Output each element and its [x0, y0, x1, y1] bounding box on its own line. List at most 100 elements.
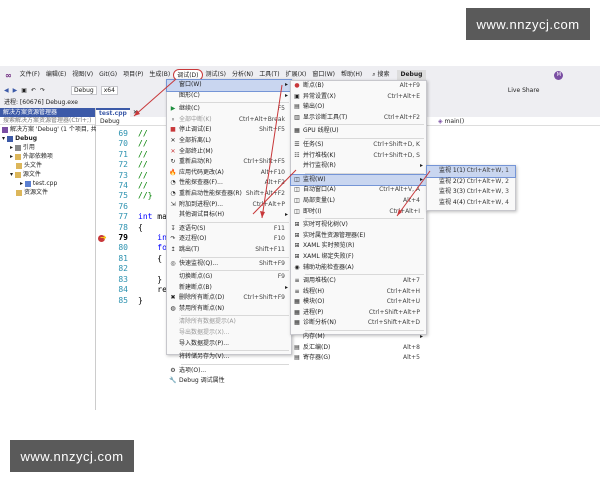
window-menu-item-13[interactable]: ◫ 局部变量(L) Alt+4 — [291, 196, 426, 207]
window-menu-item-1[interactable]: ▣ 异常设置(X) Ctrl+Alt+E — [291, 92, 426, 103]
code-line[interactable] — [138, 202, 167, 212]
debug-menu-item-6[interactable]: ✕ 全部拆离(L) — [167, 136, 291, 147]
window-menu-item-19[interactable]: ⊞ XAML 绑定失败(F) — [291, 252, 426, 263]
window-menu-item-16[interactable]: ⊞ 实时可视化树(V) — [291, 220, 426, 231]
debug-menu-item-17[interactable]: ↥ 跳出(T) Shift+F11 — [167, 245, 291, 256]
debug-menu-item-32[interactable]: ⚙ 选项(O)... — [167, 366, 291, 377]
debug-menu-item-13[interactable]: 其他调试目标(H) ▸ — [167, 210, 291, 221]
tree-header-files[interactable]: 头文件 — [0, 161, 95, 170]
debug-menu-item-24[interactable]: ◍ 禁用所有断点(N) — [167, 304, 291, 315]
code-line[interactable]: } — [138, 296, 167, 306]
nav-project-select[interactable]: Debug — [96, 118, 168, 125]
debug-menu-item-0[interactable]: 窗口(W) ▸ — [166, 79, 292, 92]
debug-menu-item-16[interactable]: ↷ 逐过程(O) F10 — [167, 234, 291, 245]
menu-file[interactable]: 文件(F) — [17, 69, 43, 81]
tree-external-deps[interactable]: ▸ 外部依赖项 — [0, 152, 95, 161]
close-icon[interactable]: ✕ — [130, 109, 141, 116]
tree-solution[interactable]: 解决方案 'Debug' (1 个项目, 共 — [0, 125, 97, 134]
debug-menu-item-23[interactable]: ✖ 删除所有断点(D) Ctrl+Shift+F9 — [167, 293, 291, 304]
code-line[interactable]: fo — [138, 243, 167, 253]
debug-menu-item-21[interactable]: 切换断点(G) F9 — [167, 272, 291, 283]
debug-menu-item-19[interactable]: ◎ 快速监视(Q)... Shift+F9 — [167, 259, 291, 270]
window-menu-item-24[interactable]: ▦ 模块(O) Ctrl+Alt+U — [291, 297, 426, 308]
menu-item-shortcut: Alt+8 — [403, 343, 420, 351]
code-line[interactable]: } — [138, 275, 167, 285]
debug-menu-item-28[interactable]: 导入数据提示(P)... — [167, 339, 291, 350]
debug-menu-item-3[interactable]: ▶ 继续(C) F5 — [167, 104, 291, 115]
debug-menu-item-8[interactable]: ↻ 重新启动(R) Ctrl+Shift+F5 — [167, 157, 291, 168]
window-menu-item-2[interactable]: ▤ 输出(O) — [291, 102, 426, 113]
avatar[interactable]: M — [554, 70, 564, 80]
tree-references[interactable]: ▸ 引用 — [0, 143, 95, 152]
tree-source-files[interactable]: ▾ 源文件 — [0, 170, 95, 179]
window-menu-item-11[interactable]: ◫ 监视(W) ▸ — [290, 173, 427, 187]
watch-menu-item-0[interactable]: 监视 1(1) Ctrl+Alt+W, 1 — [426, 165, 516, 178]
window-menu-item-0[interactable]: ● 断点(B) Alt+F9 — [291, 81, 426, 92]
window-menu-item-20[interactable]: ◉ 辅助功能检查器(A) — [291, 263, 426, 274]
debug-menu-item-9[interactable]: 🔥 应用代码更改(A) Alt+F10 — [167, 168, 291, 179]
window-menu-item-3[interactable]: ▥ 显示诊断工具(T) Ctrl+Alt+F2 — [291, 113, 426, 124]
watch-menu-item-1[interactable]: 监视 2(2) Ctrl+Alt+W, 2 — [427, 177, 515, 188]
window-menu-item-26[interactable]: ▦ 诊断分析(N) Ctrl+Shift+Alt+D — [291, 318, 426, 329]
liveshare-link[interactable]: Live Share — [508, 87, 539, 94]
window-menu-item-28[interactable]: 内存(M) ▸ — [291, 332, 426, 343]
debug-menu-item-22[interactable]: 新建断点(B) ▸ — [167, 283, 291, 294]
forward-icon[interactable]: ▶ — [13, 87, 18, 94]
redo-icon[interactable]: ↷ — [40, 87, 45, 94]
back-icon[interactable]: ◀ — [4, 87, 9, 94]
code-line[interactable] — [138, 264, 167, 274]
tree-test-cpp[interactable]: ▸ test.cpp — [0, 179, 95, 188]
code-line[interactable]: // — [138, 181, 167, 191]
window-menu-item-22[interactable]: ≡ 调用堆栈(C) Alt+7 — [291, 276, 426, 287]
code-line[interactable]: // — [138, 139, 167, 149]
solution-search-input[interactable]: 搜索解决方案资源管理器(Ctrl+;) — [0, 117, 95, 125]
cpp-file-icon — [24, 180, 31, 187]
debug-menu-item-7[interactable]: ✕ 全部终止(M) — [167, 147, 291, 158]
watch-menu-item-3[interactable]: 监视 4(4) Ctrl+Alt+W, 4 — [427, 198, 515, 209]
menu-view[interactable]: 视图(V) — [69, 69, 96, 81]
code-line[interactable]: re — [138, 285, 167, 295]
undo-icon[interactable]: ↶ — [31, 87, 36, 94]
debug-menu-item-5[interactable]: ■ 停止调试(E) Shift+F5 — [167, 125, 291, 136]
code-line[interactable]: // — [138, 129, 167, 139]
tree-project[interactable]: ▾ Debug — [0, 134, 95, 143]
window-menu-item-29[interactable]: ▤ 反汇编(D) Alt+8 — [291, 343, 426, 354]
window-menu-item-30[interactable]: ▤ 寄存器(G) Alt+5 — [291, 353, 426, 364]
debug-menu-item-12[interactable]: ⇲ 附加到进程(P)... Ctrl+Alt+P — [167, 200, 291, 211]
debug-menu-item-1[interactable]: 图形(C) ▸ — [167, 91, 291, 102]
debug-menu-item-10[interactable]: ◔ 性能探查器(F)... Alt+F2 — [167, 178, 291, 189]
code-line[interactable]: in — [138, 233, 167, 243]
window-menu-item-17[interactable]: ⊞ 实时属性资源管理器(E) — [291, 231, 426, 242]
window-menu-item-5[interactable]: ▦ GPU 线程(U) — [291, 126, 426, 137]
debug-menu-item-33[interactable]: 🔧 Debug 调试属性 — [167, 376, 291, 387]
window-menu-item-25[interactable]: ▦ 进程(P) Ctrl+Shift+Alt+P — [291, 308, 426, 319]
window-menu-item-8[interactable]: ☷ 并行堆栈(K) Ctrl+Shift+D, S — [291, 151, 426, 162]
code-line[interactable]: // — [138, 160, 167, 170]
watch-menu-item-2[interactable]: 监视 3(3) Ctrl+Alt+W, 3 — [427, 187, 515, 198]
debug-menu-item-15[interactable]: ↧ 逐语句(S) F11 — [167, 224, 291, 235]
debug-menu-item-11[interactable]: ◔ 重新启动性能探查器(R) Shift+Alt+F2 — [167, 189, 291, 200]
window-menu-item-23[interactable]: ≡ 线程(H) Ctrl+Alt+H — [291, 287, 426, 298]
code-line[interactable]: //} — [138, 191, 167, 201]
nav-member-select[interactable]: ◈ main() — [438, 118, 464, 125]
tab-test-cpp[interactable]: test.cpp — [96, 108, 130, 117]
tree-resource-files[interactable]: 资源文件 — [0, 188, 95, 197]
code-line[interactable]: { — [138, 223, 167, 233]
code-line[interactable]: int ma — [138, 212, 167, 222]
debug-menu-item-30[interactable]: 将转储另存为(V)... — [167, 352, 291, 363]
code-line[interactable]: // — [138, 171, 167, 181]
menu-edit[interactable]: 编辑(E) — [43, 69, 69, 81]
window-menu-item-7[interactable]: ☰ 任务(S) Ctrl+Shift+D, K — [291, 140, 426, 151]
config-select[interactable]: Debug — [70, 85, 97, 95]
platform-select[interactable]: x64 — [100, 85, 118, 95]
menu-item-label: GPU 线程(U) — [303, 127, 339, 135]
menu-git[interactable]: Git(G) — [96, 69, 120, 81]
save-icon[interactable]: ▣ — [21, 87, 27, 94]
window-menu-item-12[interactable]: ◫ 自动窗口(A) Ctrl+Alt+V, A — [291, 185, 426, 196]
code-line[interactable]: // — [138, 150, 167, 160]
window-menu-item-18[interactable]: ⊞ XAML 实时预览(R) — [291, 241, 426, 252]
window-menu-item-14[interactable]: ◫ 即时(I) Ctrl+Alt+I — [291, 207, 426, 218]
code-line[interactable]: { — [138, 254, 167, 264]
window-menu-item-9[interactable]: 并行监视(R) ▸ — [291, 161, 426, 172]
menu-project[interactable]: 项目(P) — [120, 69, 146, 81]
